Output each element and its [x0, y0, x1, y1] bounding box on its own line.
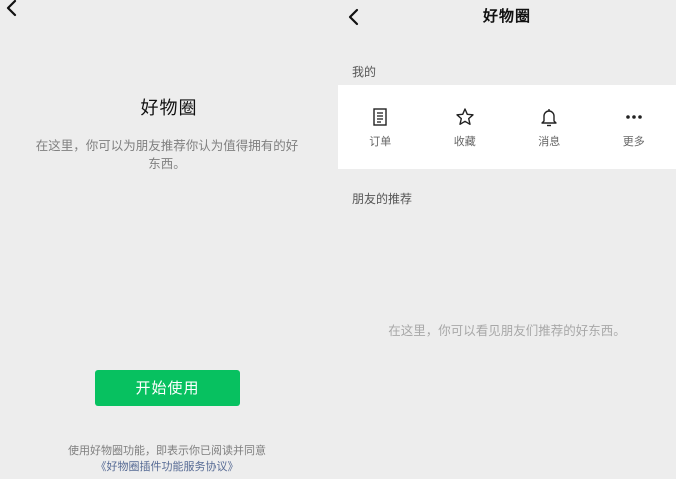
shortcut-label: 收藏 [453, 135, 476, 148]
shortcut-favorites[interactable]: 收藏 [423, 85, 508, 169]
my-shortcuts-card: 订单 收藏 消息 更多 [338, 85, 676, 169]
friends-section-label: 朋友的推荐 [352, 192, 413, 206]
shortcut-label: 更多 [622, 135, 645, 148]
more-icon [625, 115, 642, 119]
my-section-label: 我的 [352, 65, 377, 79]
empty-state-message: 在这里，你可以看见朋友们推荐的好东西。 [388, 323, 626, 338]
bell-icon [541, 109, 557, 127]
screen-root: 好物圈 在这里，你可以为朋友推荐你认为值得拥有的好东西。 开始使用 使用好物圈功… [0, 0, 676, 479]
start-using-button[interactable]: 开始使用 [95, 370, 240, 406]
page-title: 好物圈 [140, 98, 198, 119]
shortcut-messages[interactable]: 消息 [507, 85, 592, 169]
star-icon [456, 108, 474, 125]
back-arrow-icon[interactable] [2, 0, 22, 18]
shortcut-label: 订单 [369, 135, 392, 148]
agreement-link[interactable]: 《好物圈插件功能服务协议》 [96, 460, 239, 473]
shortcut-orders[interactable]: 订单 [338, 85, 423, 169]
main-panel: 好物圈 我的 订单 收藏 消息 更多 朋友的推荐 在这里，你可以看见朋友们推荐的… [338, 0, 676, 479]
agreement-text: 使用好物圈功能，即表示你已阅读并同意 [68, 444, 266, 457]
intro-panel: 好物圈 在这里，你可以为朋友推荐你认为值得拥有的好东西。 开始使用 使用好物圈功… [0, 0, 338, 479]
agreement-notice: 使用好物圈功能，即表示你已阅读并同意 《好物圈插件功能服务协议》 [0, 443, 334, 475]
page-title: 好物圈 [482, 7, 531, 25]
shortcut-label: 消息 [538, 135, 561, 148]
intro-description: 在这里，你可以为朋友推荐你认为值得拥有的好东西。 [35, 138, 299, 171]
order-icon [373, 108, 387, 126]
shortcut-more[interactable]: 更多 [592, 85, 676, 169]
